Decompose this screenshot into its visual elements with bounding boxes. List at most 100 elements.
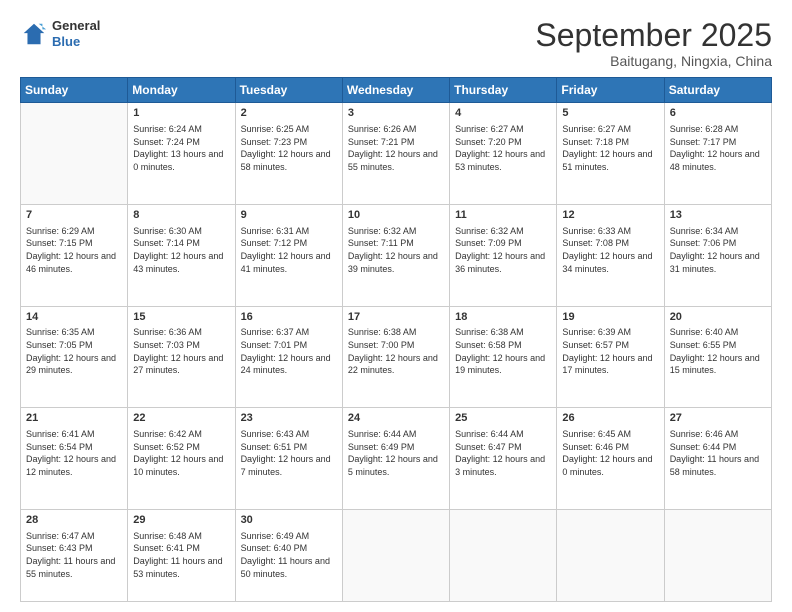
calendar-week-row: 14Sunrise: 6:35 AMSunset: 7:05 PMDayligh… xyxy=(21,306,772,408)
day-info: Sunrise: 6:40 AMSunset: 6:55 PMDaylight:… xyxy=(670,326,766,376)
day-info: Sunrise: 6:49 AMSunset: 6:40 PMDaylight:… xyxy=(241,530,337,580)
day-info: Sunrise: 6:34 AMSunset: 7:06 PMDaylight:… xyxy=(670,225,766,275)
day-info: Sunrise: 6:35 AMSunset: 7:05 PMDaylight:… xyxy=(26,326,122,376)
day-number: 20 xyxy=(670,310,766,325)
calendar-cell xyxy=(664,509,771,601)
calendar-cell: 14Sunrise: 6:35 AMSunset: 7:05 PMDayligh… xyxy=(21,306,128,408)
day-info: Sunrise: 6:44 AMSunset: 6:47 PMDaylight:… xyxy=(455,428,551,478)
calendar-cell xyxy=(557,509,664,601)
day-info: Sunrise: 6:39 AMSunset: 6:57 PMDaylight:… xyxy=(562,326,658,376)
calendar-cell: 19Sunrise: 6:39 AMSunset: 6:57 PMDayligh… xyxy=(557,306,664,408)
day-info: Sunrise: 6:31 AMSunset: 7:12 PMDaylight:… xyxy=(241,225,337,275)
calendar-header-row: SundayMondayTuesdayWednesdayThursdayFrid… xyxy=(21,78,772,103)
day-number: 26 xyxy=(562,411,658,426)
day-info: Sunrise: 6:27 AMSunset: 7:18 PMDaylight:… xyxy=(562,123,658,173)
day-number: 13 xyxy=(670,208,766,223)
calendar-cell: 16Sunrise: 6:37 AMSunset: 7:01 PMDayligh… xyxy=(235,306,342,408)
day-info: Sunrise: 6:25 AMSunset: 7:23 PMDaylight:… xyxy=(241,123,337,173)
day-number: 14 xyxy=(26,310,122,325)
col-header-sunday: Sunday xyxy=(21,78,128,103)
day-number: 22 xyxy=(133,411,229,426)
day-info: Sunrise: 6:45 AMSunset: 6:46 PMDaylight:… xyxy=(562,428,658,478)
day-info: Sunrise: 6:24 AMSunset: 7:24 PMDaylight:… xyxy=(133,123,229,173)
calendar-cell: 17Sunrise: 6:38 AMSunset: 7:00 PMDayligh… xyxy=(342,306,449,408)
calendar-cell: 28Sunrise: 6:47 AMSunset: 6:43 PMDayligh… xyxy=(21,509,128,601)
title-block: September 2025 Baitugang, Ningxia, China xyxy=(535,18,772,69)
day-number: 23 xyxy=(241,411,337,426)
day-number: 5 xyxy=(562,106,658,121)
day-info: Sunrise: 6:26 AMSunset: 7:21 PMDaylight:… xyxy=(348,123,444,173)
calendar-cell: 8 Sunrise: 6:30 AMSunset: 7:14 PMDaylight… xyxy=(128,204,235,306)
day-number: 17 xyxy=(348,310,444,325)
day-info: Sunrise: 6:36 AMSunset: 7:03 PMDaylight:… xyxy=(133,326,229,376)
day-number: 2 xyxy=(241,106,337,121)
calendar-cell: 13 Sunrise: 6:34 AMSunset: 7:06 PMDayligh… xyxy=(664,204,771,306)
day-number: 9 xyxy=(241,208,337,223)
day-number: 30 xyxy=(241,513,337,528)
day-number: 25 xyxy=(455,411,551,426)
day-number: 6 xyxy=(670,106,766,121)
page: General Blue September 2025 Baitugang, N… xyxy=(0,0,792,612)
month-title: September 2025 xyxy=(535,18,772,53)
day-number: 29 xyxy=(133,513,229,528)
calendar-cell: 3 Sunrise: 6:26 AMSunset: 7:21 PMDaylight… xyxy=(342,103,449,205)
calendar-cell: 24 Sunrise: 6:44 AMSunset: 6:49 PMDayligh… xyxy=(342,408,449,510)
col-header-tuesday: Tuesday xyxy=(235,78,342,103)
day-info: Sunrise: 6:38 AMSunset: 6:58 PMDaylight:… xyxy=(455,326,551,376)
calendar-week-row: 21 Sunrise: 6:41 AMSunset: 6:54 PMDayligh… xyxy=(21,408,772,510)
day-info: Sunrise: 6:48 AMSunset: 6:41 PMDaylight:… xyxy=(133,530,229,580)
calendar-cell: 1 Sunrise: 6:24 AMSunset: 7:24 PMDaylight… xyxy=(128,103,235,205)
calendar-cell: 2 Sunrise: 6:25 AMSunset: 7:23 PMDaylight… xyxy=(235,103,342,205)
calendar-cell: 25 Sunrise: 6:44 AMSunset: 6:47 PMDayligh… xyxy=(450,408,557,510)
day-number: 7 xyxy=(26,208,122,223)
calendar-cell: 20Sunrise: 6:40 AMSunset: 6:55 PMDayligh… xyxy=(664,306,771,408)
calendar-cell: 22 Sunrise: 6:42 AMSunset: 6:52 PMDayligh… xyxy=(128,408,235,510)
calendar-cell xyxy=(342,509,449,601)
day-number: 8 xyxy=(133,208,229,223)
day-info: Sunrise: 6:42 AMSunset: 6:52 PMDaylight:… xyxy=(133,428,229,478)
day-info: Sunrise: 6:32 AMSunset: 7:11 PMDaylight:… xyxy=(348,225,444,275)
calendar-cell: 30 Sunrise: 6:49 AMSunset: 6:40 PMDayligh… xyxy=(235,509,342,601)
calendar-cell: 6 Sunrise: 6:28 AMSunset: 7:17 PMDaylight… xyxy=(664,103,771,205)
calendar-cell: 4Sunrise: 6:27 AMSunset: 7:20 PMDaylight… xyxy=(450,103,557,205)
logo: General Blue xyxy=(20,18,100,49)
calendar-cell: 15Sunrise: 6:36 AMSunset: 7:03 PMDayligh… xyxy=(128,306,235,408)
calendar-cell: 12Sunrise: 6:33 AMSunset: 7:08 PMDayligh… xyxy=(557,204,664,306)
day-number: 24 xyxy=(348,411,444,426)
calendar-week-row: 7 Sunrise: 6:29 AMSunset: 7:15 PMDaylight… xyxy=(21,204,772,306)
header: General Blue September 2025 Baitugang, N… xyxy=(20,18,772,69)
calendar-cell: 7 Sunrise: 6:29 AMSunset: 7:15 PMDaylight… xyxy=(21,204,128,306)
day-info: Sunrise: 6:41 AMSunset: 6:54 PMDaylight:… xyxy=(26,428,122,478)
day-number: 16 xyxy=(241,310,337,325)
day-info: Sunrise: 6:44 AMSunset: 6:49 PMDaylight:… xyxy=(348,428,444,478)
day-info: Sunrise: 6:47 AMSunset: 6:43 PMDaylight:… xyxy=(26,530,122,580)
day-info: Sunrise: 6:30 AMSunset: 7:14 PMDaylight:… xyxy=(133,225,229,275)
day-number: 3 xyxy=(348,106,444,121)
calendar-table: SundayMondayTuesdayWednesdayThursdayFrid… xyxy=(20,77,772,602)
day-number: 1 xyxy=(133,106,229,121)
day-info: Sunrise: 6:46 AMSunset: 6:44 PMDaylight:… xyxy=(670,428,766,478)
col-header-saturday: Saturday xyxy=(664,78,771,103)
day-info: Sunrise: 6:28 AMSunset: 7:17 PMDaylight:… xyxy=(670,123,766,173)
col-header-monday: Monday xyxy=(128,78,235,103)
day-number: 10 xyxy=(348,208,444,223)
location: Baitugang, Ningxia, China xyxy=(535,53,772,69)
day-number: 19 xyxy=(562,310,658,325)
day-info: Sunrise: 6:29 AMSunset: 7:15 PMDaylight:… xyxy=(26,225,122,275)
day-number: 11 xyxy=(455,208,551,223)
day-info: Sunrise: 6:27 AMSunset: 7:20 PMDaylight:… xyxy=(455,123,551,173)
day-info: Sunrise: 6:38 AMSunset: 7:00 PMDaylight:… xyxy=(348,326,444,376)
calendar-cell: 21 Sunrise: 6:41 AMSunset: 6:54 PMDayligh… xyxy=(21,408,128,510)
day-number: 21 xyxy=(26,411,122,426)
calendar-cell xyxy=(450,509,557,601)
calendar-cell: 23Sunrise: 6:43 AMSunset: 6:51 PMDayligh… xyxy=(235,408,342,510)
calendar-cell: 26 Sunrise: 6:45 AMSunset: 6:46 PMDayligh… xyxy=(557,408,664,510)
calendar-cell: 10 Sunrise: 6:32 AMSunset: 7:11 PMDayligh… xyxy=(342,204,449,306)
logo-general: General xyxy=(52,18,100,34)
day-number: 18 xyxy=(455,310,551,325)
col-header-thursday: Thursday xyxy=(450,78,557,103)
logo-icon xyxy=(20,20,48,48)
day-info: Sunrise: 6:37 AMSunset: 7:01 PMDaylight:… xyxy=(241,326,337,376)
calendar-cell: 11Sunrise: 6:32 AMSunset: 7:09 PMDayligh… xyxy=(450,204,557,306)
day-info: Sunrise: 6:33 AMSunset: 7:08 PMDaylight:… xyxy=(562,225,658,275)
